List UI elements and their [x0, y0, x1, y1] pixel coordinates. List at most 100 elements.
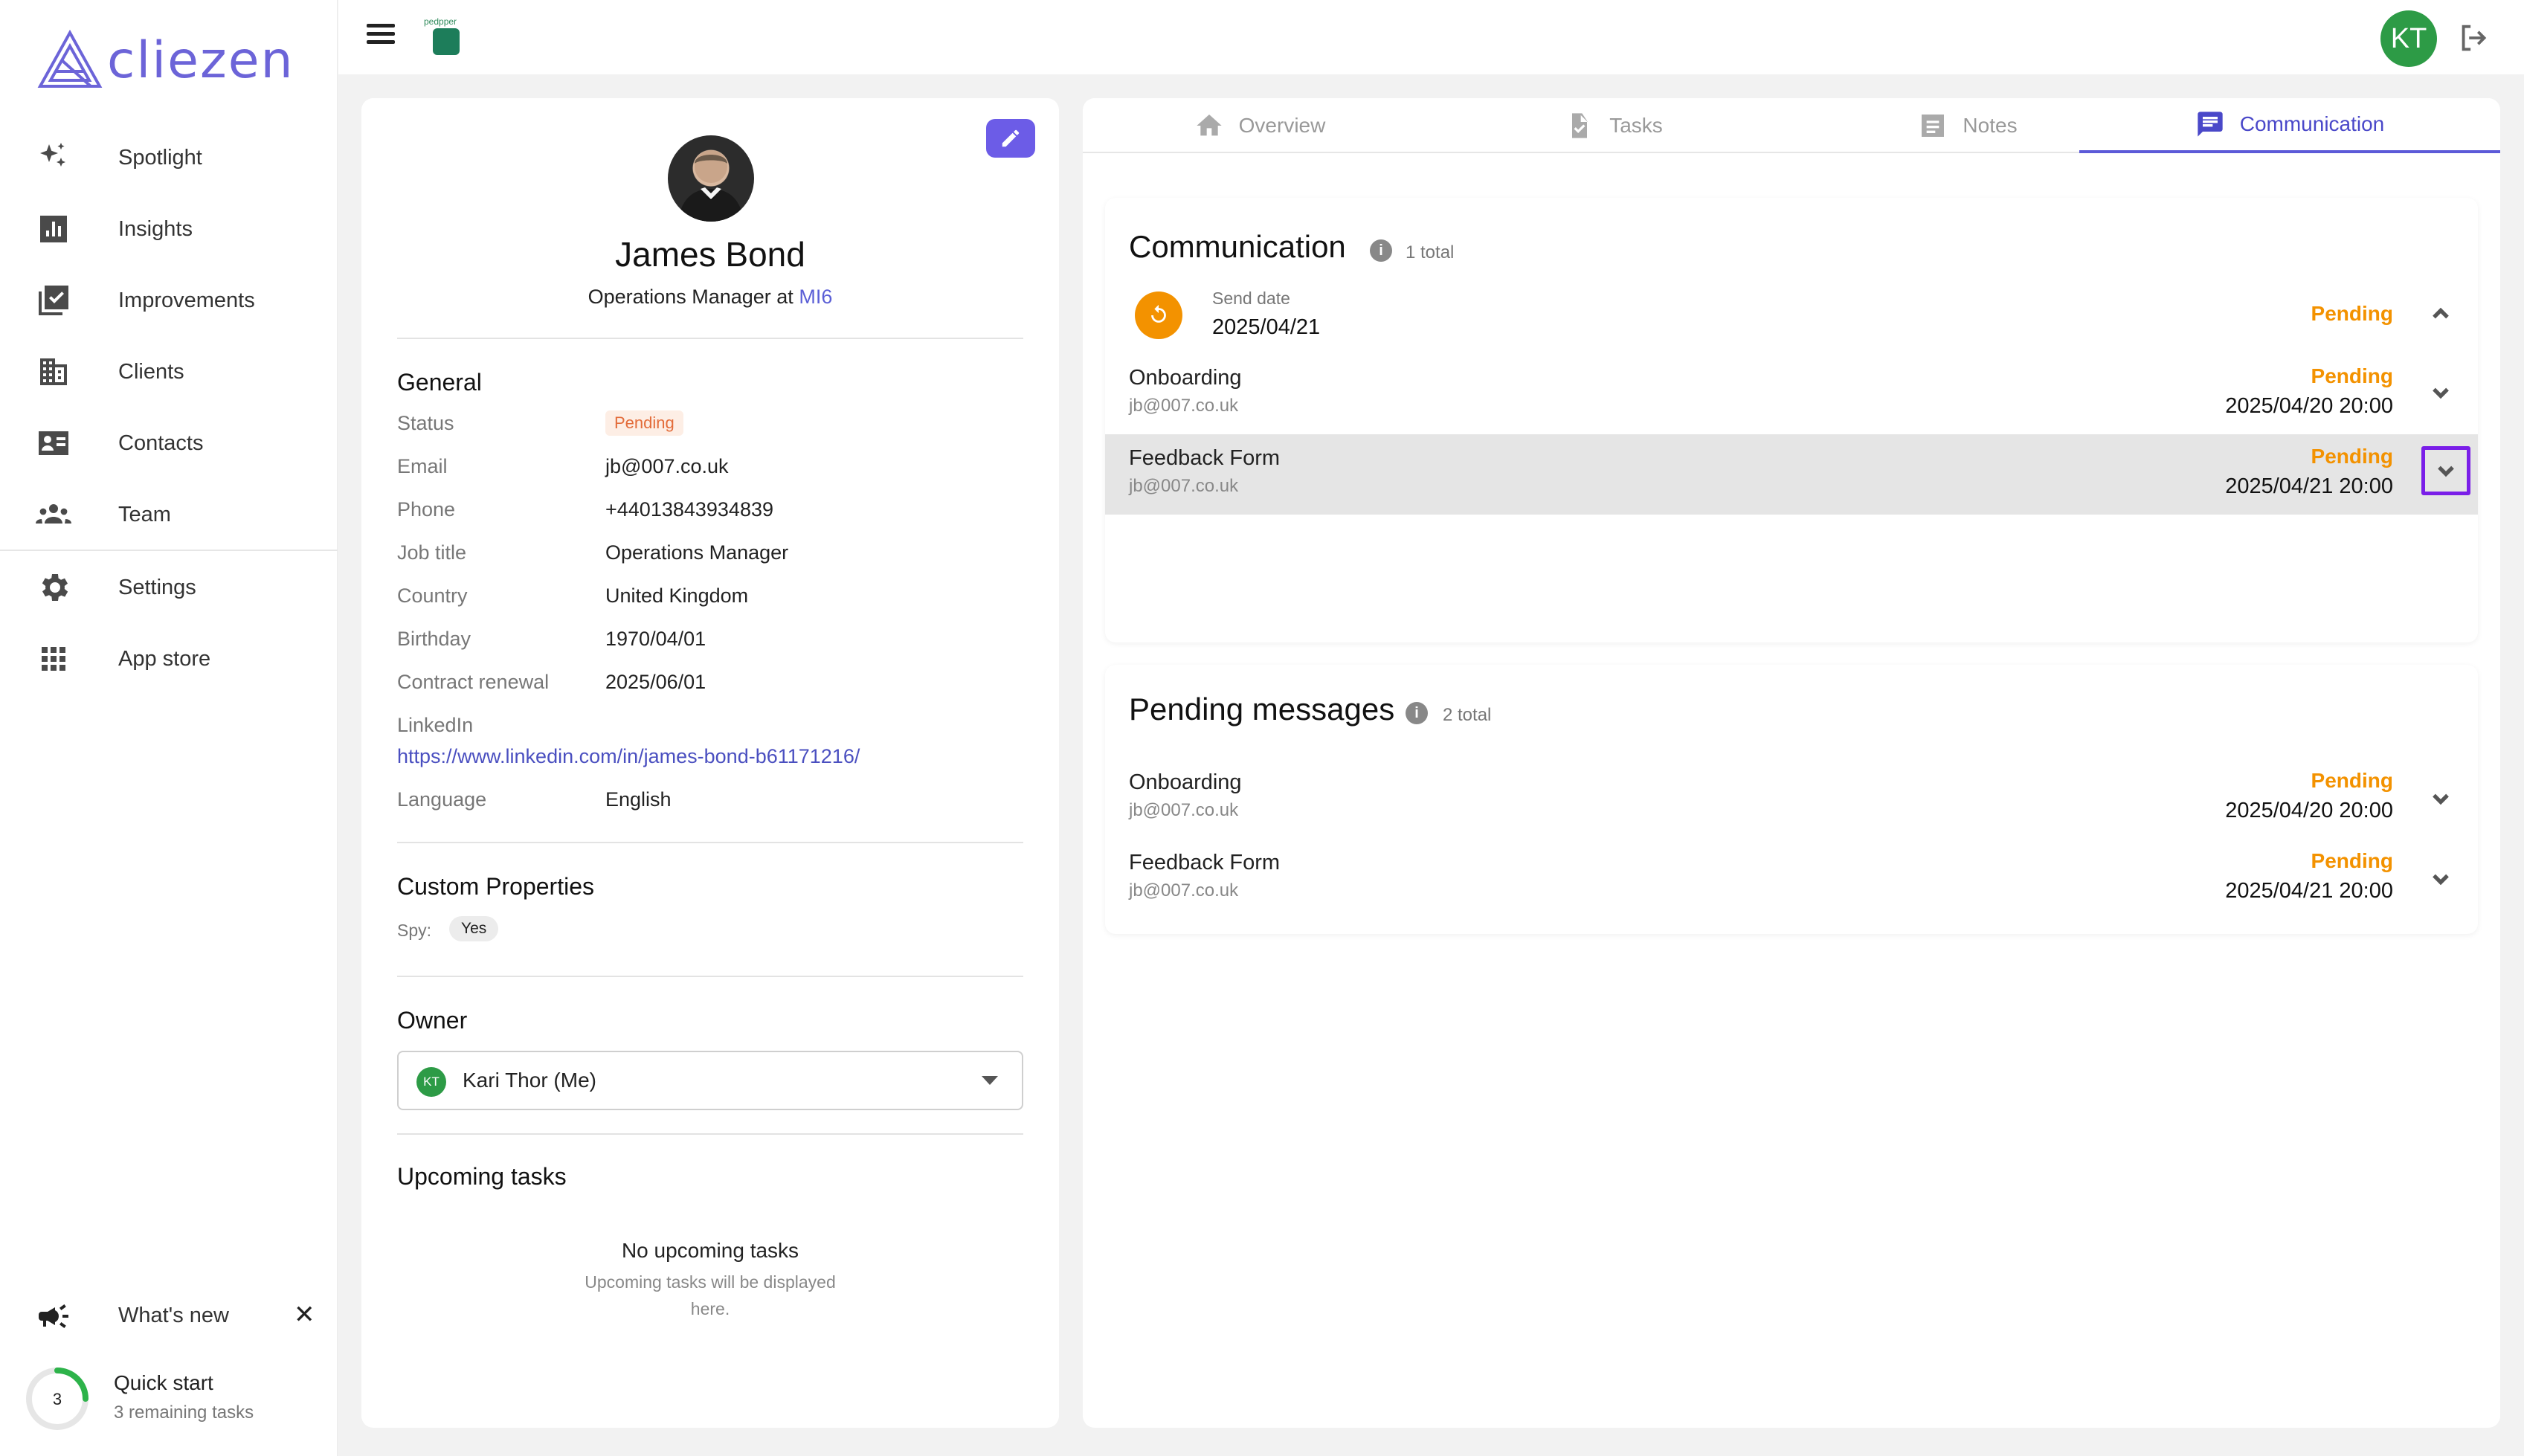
sidebar-item-contacts[interactable]: Contacts — [0, 408, 338, 479]
pending-messages-section: Pending messages i 2 total Onboarding jb… — [1105, 665, 2478, 934]
sidebar-item-team[interactable]: Team — [0, 479, 338, 550]
divider — [397, 338, 1023, 339]
company-link[interactable]: MI6 — [799, 286, 832, 308]
profile-card: James Bond Operations Manager at MI6 Gen… — [361, 98, 1059, 1428]
message-date: 2025/04/21 20:00 — [2225, 474, 2393, 498]
tab-label: Notes — [1963, 114, 2018, 137]
birthday-label: Birthday — [397, 628, 471, 650]
contact-card-icon — [34, 424, 73, 463]
pending-messages-title: Pending messages — [1129, 692, 1395, 727]
app-logo[interactable]: cliezen — [37, 28, 294, 92]
spy-chip: Yes — [449, 916, 499, 941]
divider — [397, 842, 1023, 843]
gear-icon — [34, 568, 73, 607]
email-value: jb@007.co.uk — [605, 455, 729, 477]
linkedin-label: LinkedIn — [397, 714, 474, 736]
communication-total: 1 total — [1406, 242, 1455, 262]
spy-label: Spy: — [397, 921, 432, 940]
chevron-down-icon — [2433, 457, 2459, 484]
info-icon[interactable]: i — [1370, 239, 1392, 262]
sidebar-item-app-store[interactable]: App store — [0, 623, 338, 695]
sidebar-item-improvements[interactable]: Improvements — [0, 265, 338, 336]
job-title-value: Operations Manager — [605, 541, 789, 564]
job-prefix: Operations Manager at — [587, 286, 793, 308]
tab-overview[interactable]: Overview — [1083, 98, 1437, 153]
message-title: Feedback Form — [1129, 446, 1281, 470]
sync-icon — [1135, 291, 1182, 339]
contact-name: James Bond — [615, 235, 805, 274]
quick-start-title: Quick start — [114, 1371, 213, 1394]
upcoming-tasks-title: Upcoming tasks — [397, 1163, 567, 1190]
tab-bar: Overview Tasks Notes Communication — [1083, 98, 2500, 153]
brand-small-text: pedpper — [424, 16, 457, 27]
job-title-label: Job title — [397, 541, 467, 564]
sidebar-item-label: Clients — [118, 359, 184, 384]
sidebar-item-spotlight[interactable]: Spotlight — [0, 122, 338, 193]
logo-mark-icon — [37, 30, 103, 88]
logout-icon[interactable] — [2456, 21, 2491, 55]
contract-renewal-label: Contract renewal — [397, 671, 550, 693]
sidebar-item-label: Spotlight — [118, 145, 202, 170]
tab-communication[interactable]: Communication — [2079, 98, 2500, 153]
menu-icon[interactable] — [367, 19, 402, 55]
topbar: pedpper KT — [338, 0, 2524, 74]
sidebar-item-insights[interactable]: Insights — [0, 193, 338, 265]
sidebar-item-label: Improvements — [118, 288, 255, 312]
chevron-down-icon[interactable] — [2427, 379, 2454, 406]
chevron-down-icon[interactable] — [2427, 785, 2454, 812]
contact-photo — [668, 135, 754, 222]
grid-icon — [34, 640, 73, 678]
owner-select[interactable]: KT Kari Thor (Me) — [397, 1051, 1023, 1110]
tab-label: Tasks — [1609, 114, 1663, 137]
people-icon — [34, 495, 73, 534]
building-icon — [34, 352, 73, 391]
birthday-value: 1970/04/01 — [605, 628, 706, 650]
sparkles-icon — [34, 138, 73, 177]
send-date-label: Send date — [1212, 289, 1290, 308]
empty-state-title: No upcoming tasks — [621, 1239, 799, 1262]
general-section-title: General — [397, 369, 482, 396]
message-date: 2025/04/20 20:00 — [2225, 799, 2393, 822]
owner-avatar: KT — [416, 1067, 446, 1097]
chevron-up-icon[interactable] — [2427, 300, 2454, 327]
dropdown-arrow-icon — [982, 1076, 998, 1085]
email-label: Email — [397, 455, 448, 477]
whats-new-label: What's new — [118, 1304, 229, 1327]
info-icon[interactable]: i — [1406, 702, 1428, 724]
sidebar-divider — [0, 550, 338, 551]
tab-tasks[interactable]: Tasks — [1437, 98, 1791, 153]
empty-state-subtitle: Upcoming tasks will be displayed here. — [361, 1269, 1059, 1322]
phone-value: +44013843934839 — [605, 498, 773, 521]
detail-panel: Overview Tasks Notes Communication Commu… — [1083, 98, 2500, 1428]
message-status: Pending — [2311, 769, 2393, 792]
owner-select-value: Kari Thor (Me) — [463, 1069, 596, 1092]
country-label: Country — [397, 584, 468, 607]
send-date-value: 2025/04/21 — [1212, 315, 1321, 339]
message-status: Pending — [2311, 849, 2393, 872]
expand-button-focused[interactable] — [2421, 446, 2470, 495]
sidebar-item-settings[interactable]: Settings — [0, 552, 338, 623]
message-email: jb@007.co.uk — [1129, 476, 1239, 496]
sidebar-item-clients[interactable]: Clients — [0, 336, 338, 408]
sidebar: cliezen Spotlight Insights Improvements … — [0, 0, 338, 1456]
brand-mark-icon — [433, 28, 460, 55]
message-date: 2025/04/20 20:00 — [2225, 394, 2393, 418]
chevron-down-icon[interactable] — [2427, 866, 2454, 892]
progress-ring-icon: 3 — [26, 1368, 88, 1430]
user-avatar[interactable]: KT — [2380, 10, 2437, 67]
logo-text: cliezen — [107, 30, 294, 90]
quick-start-count: 3 — [53, 1390, 62, 1408]
task-file-icon — [1572, 113, 1588, 138]
message-title: Onboarding — [1129, 770, 1242, 794]
quick-start-widget[interactable]: 3 Quick start 3 remaining tasks — [0, 1361, 338, 1435]
whats-new-banner[interactable]: What's new ✕ — [0, 1283, 338, 1350]
brand-logo[interactable]: pedpper — [424, 16, 469, 61]
close-icon[interactable]: ✕ — [294, 1300, 315, 1330]
message-status: Pending — [2311, 364, 2393, 387]
linkedin-link[interactable]: https://www.linkedin.com/in/james-bond-b… — [397, 745, 860, 768]
edit-button[interactable] — [986, 119, 1035, 158]
divider — [397, 1133, 1023, 1135]
empty-state-line: here. — [690, 1299, 730, 1318]
megaphone-icon — [34, 1297, 73, 1336]
country-value: United Kingdom — [605, 584, 749, 607]
